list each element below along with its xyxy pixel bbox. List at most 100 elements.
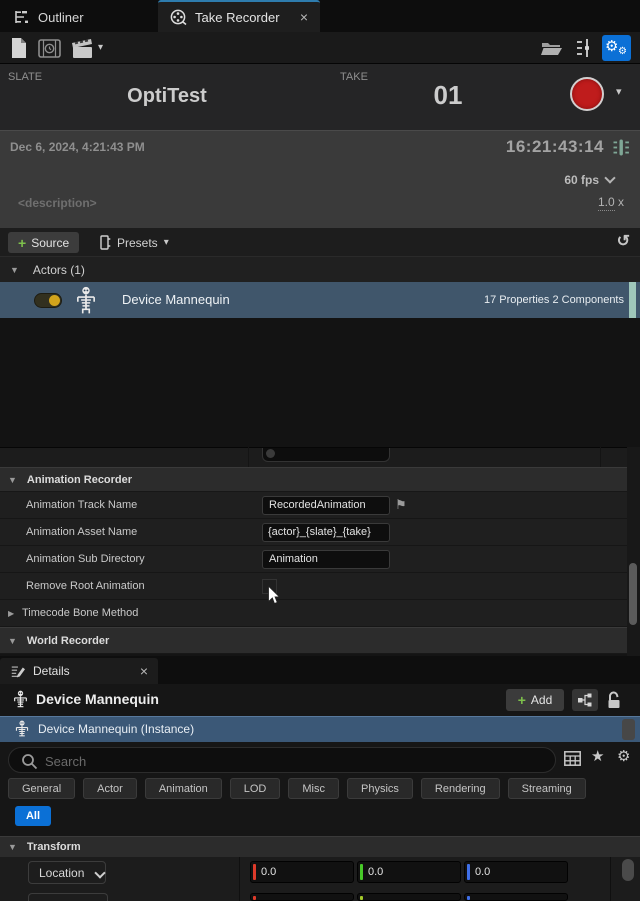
- transform-section-header[interactable]: ▼ Transform: [0, 836, 640, 857]
- add-source-button[interactable]: + Source: [8, 232, 79, 253]
- filter-physics[interactable]: Physics: [347, 778, 413, 799]
- tab-outliner[interactable]: Outliner: [0, 2, 98, 32]
- scrollbar-thumb[interactable]: [622, 719, 635, 740]
- settings-scrollbar[interactable]: [627, 447, 640, 656]
- tab-take-recorder[interactable]: Take Recorder ×: [158, 0, 320, 32]
- edit-blueprint-button[interactable]: [572, 689, 598, 711]
- actors-group-header[interactable]: ▼ Actors (1): [0, 256, 640, 282]
- flag-icon[interactable]: ⚑: [395, 497, 407, 513]
- filter-all-button[interactable]: All: [15, 806, 51, 826]
- skeletal-mesh-icon: [74, 286, 98, 314]
- tab-details[interactable]: Details ×: [0, 658, 158, 684]
- property-row-timecode-bone[interactable]: ▶ Timecode Bone Method: [0, 600, 627, 627]
- revert-changes-icon[interactable]: ↺: [617, 231, 630, 251]
- favorites-star-icon[interactable]: ★: [591, 749, 604, 765]
- source-actor-meta: 17 Properties 2 Components: [484, 294, 624, 306]
- slate-name-field[interactable]: OptiTest: [47, 85, 287, 108]
- world-recorder-section-header[interactable]: ▼ World Recorder: [0, 627, 627, 654]
- location-dropdown[interactable]: Location: [28, 861, 106, 884]
- location-y-field[interactable]: 0.0: [357, 861, 461, 883]
- filter-general[interactable]: General: [8, 778, 75, 799]
- clipped-rotation-z-field[interactable]: [464, 893, 568, 901]
- grid-right-divider: [610, 857, 611, 901]
- take-number-field[interactable]: 01: [388, 80, 508, 111]
- filter-animation[interactable]: Animation: [145, 778, 222, 799]
- unlock-icon[interactable]: [606, 690, 622, 709]
- clipped-rotation-dropdown[interactable]: [28, 893, 108, 901]
- skeletal-mesh-icon: [14, 720, 30, 739]
- description-field[interactable]: <description>: [18, 196, 97, 210]
- filter-rendering[interactable]: Rendering: [421, 778, 500, 799]
- clipped-slider-field[interactable]: [262, 448, 390, 462]
- close-icon[interactable]: ×: [300, 10, 308, 24]
- clipped-rotation-y-field[interactable]: [357, 893, 461, 901]
- add-component-button[interactable]: + Add: [506, 689, 564, 711]
- tab-bar: Outliner Take Recorder ×: [0, 0, 640, 32]
- open-folder-icon[interactable]: [541, 40, 562, 56]
- presets-button[interactable]: Presets ▾: [100, 232, 169, 253]
- expanded-arrow-icon: ▼: [8, 636, 17, 646]
- y-axis-accent: [360, 896, 363, 900]
- grid-column-divider[interactable]: [239, 857, 240, 901]
- source-enabled-toggle[interactable]: [34, 293, 62, 308]
- tab-outliner-label: Outliner: [38, 10, 84, 25]
- new-take-icon[interactable]: [10, 37, 28, 59]
- track-name-input[interactable]: RecordedAnimation: [262, 496, 390, 515]
- sub-directory-input[interactable]: Animation: [262, 550, 390, 569]
- recorded-datetime: Dec 6, 2024, 4:21:43 PM: [10, 140, 145, 154]
- filter-actor[interactable]: Actor: [83, 778, 137, 799]
- collapsed-arrow-icon: ▶: [8, 609, 14, 618]
- search-bar[interactable]: [8, 747, 556, 773]
- animation-recorder-section-header[interactable]: ▼ Animation Recorder: [0, 467, 627, 492]
- frame-rate-value: 60 fps: [564, 173, 599, 187]
- property-row-track-name: Animation Track Name RecordedAnimation ⚑: [0, 492, 627, 519]
- details-settings-gear-icon[interactable]: ⚙: [617, 749, 630, 765]
- x-axis-accent: [253, 896, 256, 900]
- property-row-sub-directory: Animation Sub Directory Animation: [0, 546, 627, 573]
- property-row-asset-name: Animation Asset Name {actor}_{slate}_{ta…: [0, 519, 627, 546]
- expanded-arrow-icon: ▼: [8, 475, 17, 485]
- slate-clapperboard-icon[interactable]: [70, 38, 95, 59]
- location-z-field[interactable]: 0.0: [464, 861, 568, 883]
- clapperboard-caret-icon[interactable]: ▾: [98, 43, 103, 53]
- actors-group-label: Actors (1): [33, 263, 85, 277]
- add-source-label: Source: [31, 236, 69, 250]
- filter-streaming[interactable]: Streaming: [508, 778, 586, 799]
- clipped-rotation-x-field[interactable]: [250, 893, 354, 901]
- details-title: Device Mannequin: [36, 691, 159, 707]
- outliner-icon: [14, 9, 30, 25]
- take-browser-icon[interactable]: [575, 38, 593, 58]
- record-button[interactable]: [570, 77, 604, 111]
- gear-icon: ⚙: [605, 37, 618, 55]
- search-icon: [21, 753, 38, 770]
- play-rate-spinner[interactable]: 1.0 x: [598, 195, 624, 209]
- presets-label: Presets: [117, 236, 158, 250]
- skeletal-mesh-icon: [12, 690, 29, 710]
- instance-row-device-mannequin[interactable]: Device Mannequin (Instance): [0, 716, 640, 742]
- frame-rate-dropdown[interactable]: 60 fps: [564, 171, 614, 189]
- scrollbar-thumb[interactable]: [629, 563, 637, 625]
- slider-knob: [266, 449, 275, 458]
- info-panel: Dec 6, 2024, 4:21:43 PM 16:21:43:14 60 f…: [0, 130, 640, 228]
- search-input[interactable]: [43, 749, 547, 773]
- source-row-device-mannequin[interactable]: Device Mannequin 17 Properties 2 Compone…: [0, 282, 640, 318]
- settings-button[interactable]: ⚙ ⚙: [602, 35, 631, 61]
- preset-icon: [100, 235, 111, 250]
- scrollbar-thumb[interactable]: [622, 859, 634, 881]
- timecode-value: 16:21:43:14: [506, 137, 604, 157]
- filter-misc[interactable]: Misc: [288, 778, 339, 799]
- details-pencil-icon: [10, 664, 25, 679]
- y-axis-accent: [360, 864, 363, 880]
- asset-name-input[interactable]: {actor}_{slate}_{take}: [262, 523, 390, 542]
- details-header: Device Mannequin + Add: [0, 684, 640, 716]
- take-recorder-window: Outliner Take Recorder ×: [0, 0, 640, 901]
- display-grid-icon[interactable]: [564, 751, 581, 766]
- close-icon[interactable]: ×: [140, 664, 148, 678]
- slate-label: SLATE: [8, 71, 42, 83]
- slate-panel: SLATE OptiTest TAKE 01 ▾: [0, 64, 640, 130]
- record-options-caret-icon[interactable]: ▾: [616, 87, 622, 97]
- filter-lod[interactable]: LOD: [230, 778, 281, 799]
- location-x-field[interactable]: 0.0: [250, 861, 354, 883]
- mouse-cursor: [267, 585, 281, 606]
- review-recordings-icon[interactable]: [38, 39, 61, 58]
